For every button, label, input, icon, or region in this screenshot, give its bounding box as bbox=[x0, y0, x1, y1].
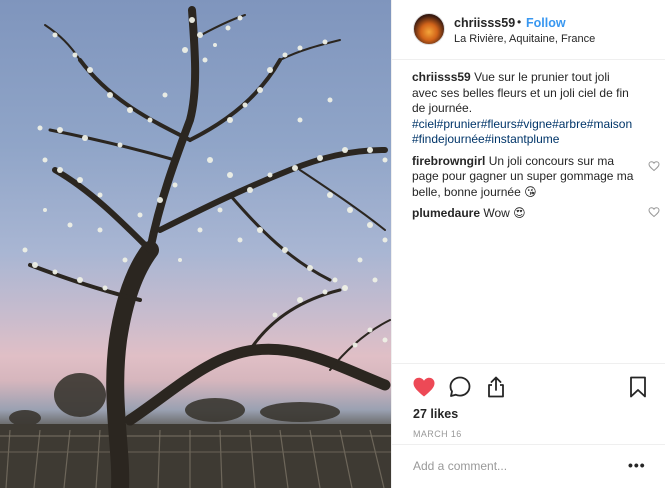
avatar[interactable] bbox=[413, 13, 445, 45]
share-icon[interactable] bbox=[484, 375, 508, 399]
comment-username[interactable]: firebrowngirl bbox=[412, 154, 485, 168]
follow-button[interactable]: Follow bbox=[526, 16, 566, 30]
instagram-post: chriisss59 • Follow La Rivière, Aquitain… bbox=[0, 0, 665, 488]
heart-icon[interactable] bbox=[412, 375, 436, 399]
more-options-button[interactable]: ••• bbox=[628, 457, 646, 473]
likes-count[interactable]: 27 likes bbox=[413, 407, 458, 421]
post-date: MARCH 16 bbox=[413, 429, 462, 439]
add-comment-bar: ••• bbox=[392, 444, 665, 488]
comment-text: Wow 😍 bbox=[483, 206, 526, 220]
bookmark-icon[interactable] bbox=[626, 375, 650, 399]
heart-outline-icon[interactable] bbox=[648, 160, 660, 172]
post-header: chriisss59 • Follow La Rivière, Aquitain… bbox=[392, 0, 665, 60]
header-username[interactable]: chriisss59 bbox=[454, 16, 515, 30]
heart-outline-icon[interactable] bbox=[648, 206, 660, 218]
comment-item: plumedaure Wow 😍 bbox=[412, 206, 660, 222]
caption: chriisss59 Vue sur le prunier tout joli … bbox=[412, 70, 652, 148]
comments-section: chriisss59 Vue sur le prunier tout joli … bbox=[412, 70, 660, 228]
caption-hashtags[interactable]: #ciel#prunier#fleurs#vigne#arbre#maison#… bbox=[412, 117, 634, 148]
comment-icon[interactable] bbox=[448, 375, 472, 399]
location-link[interactable]: La Rivière, Aquitaine, France bbox=[454, 33, 595, 45]
post-photo[interactable] bbox=[0, 0, 391, 488]
caption-username[interactable]: chriisss59 bbox=[412, 70, 471, 84]
post-side-panel: chriisss59 • Follow La Rivière, Aquitain… bbox=[391, 0, 665, 488]
header-separator: • bbox=[517, 15, 522, 29]
post-actions: 27 likes MARCH 16 ••• bbox=[392, 363, 665, 488]
comment-item: firebrowngirl Un joli concours sur ma pa… bbox=[412, 154, 660, 201]
add-comment-input[interactable] bbox=[413, 459, 613, 473]
blossoming-plum-tree-image bbox=[0, 6, 391, 488]
comment-username[interactable]: plumedaure bbox=[412, 206, 480, 220]
